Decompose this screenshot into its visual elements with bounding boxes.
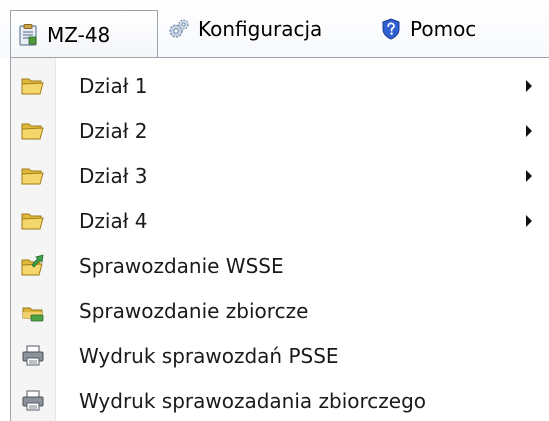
- menu-item-label: Dział 3: [79, 164, 148, 188]
- folder-open-icon: [21, 213, 44, 230]
- menu-konfiguracja[interactable]: Konfiguracja: [168, 11, 322, 47]
- menu-item-icon-cell: [11, 379, 55, 421]
- menu-item-icon-cell: [11, 289, 55, 333]
- menu-item-icon-cell: [11, 199, 55, 243]
- menu-item-dzial-1[interactable]: Dział 1: [11, 64, 549, 108]
- menu-mz48-label: MZ-48: [47, 22, 111, 47]
- submenu-arrow-icon: [526, 125, 532, 137]
- menu-item-icon-cell: [11, 334, 55, 378]
- menu-item-icon-cell: [11, 244, 55, 288]
- menu-item-label: Dział 4: [79, 209, 148, 233]
- folder-open-icon: [21, 123, 44, 140]
- folder-export-icon: [21, 254, 44, 276]
- menu-item-dzial-4[interactable]: Dział 4: [11, 199, 549, 243]
- menu-konfiguracja-label: Konfiguracja: [198, 17, 323, 41]
- menu-item-icon-cell: [11, 64, 55, 108]
- printer-icon: [22, 345, 44, 366]
- menu-item-label: Dział 2: [79, 119, 148, 143]
- menu-item-wydruk-sprawozdan-psse[interactable]: Wydruk sprawozdań PSSE: [11, 334, 549, 378]
- menu-pomoc-label: Pomoc: [410, 17, 477, 41]
- menu-item-wydruk-sprawozadania-zbiorczego[interactable]: Wydruk sprawozadania zbiorczego: [11, 379, 549, 421]
- menu-mz48[interactable]: MZ-48: [10, 10, 158, 58]
- folder-open-icon: [21, 78, 44, 95]
- menu-item-dzial-3[interactable]: Dział 3: [11, 154, 549, 198]
- application-window: MZ-48 Konfiguracja Pomoc Dział 1 Dział 2…: [0, 0, 549, 421]
- menu-item-label: Wydruk sprawozdań PSSE: [79, 344, 339, 368]
- submenu-arrow-icon: [526, 80, 532, 92]
- menu-item-icon-cell: [11, 154, 55, 198]
- menu-item-icon-cell: [11, 109, 55, 153]
- submenu-arrow-icon: [526, 170, 532, 182]
- folder-add-icon: [22, 307, 44, 322]
- submenu-arrow-icon: [526, 215, 532, 227]
- clipboard-icon: [19, 23, 37, 46]
- gears-icon: [169, 19, 189, 38]
- menu-pomoc[interactable]: Pomoc: [380, 11, 476, 47]
- menu-item-sprawozdanie-zbiorcze[interactable]: Sprawozdanie zbiorcze: [11, 289, 549, 333]
- printer-icon: [22, 390, 44, 411]
- help-shield-icon: [382, 18, 400, 40]
- mz48-dropdown-menu: Dział 1 Dział 2 Dział 3 Dział 4 Sprawozd…: [10, 57, 549, 421]
- menu-item-label: Sprawozdanie WSSE: [79, 254, 284, 278]
- menu-item-label: Wydruk sprawozadania zbiorczego: [79, 389, 427, 413]
- folder-open-icon: [21, 168, 44, 185]
- menu-item-label: Sprawozdanie zbiorcze: [79, 299, 309, 323]
- menu-item-dzial-2[interactable]: Dział 2: [11, 109, 549, 153]
- menu-bar: MZ-48 Konfiguracja Pomoc: [0, 0, 549, 58]
- menu-item-label: Dział 1: [79, 74, 148, 98]
- menu-item-sprawozdanie-wsse[interactable]: Sprawozdanie WSSE: [11, 244, 549, 288]
